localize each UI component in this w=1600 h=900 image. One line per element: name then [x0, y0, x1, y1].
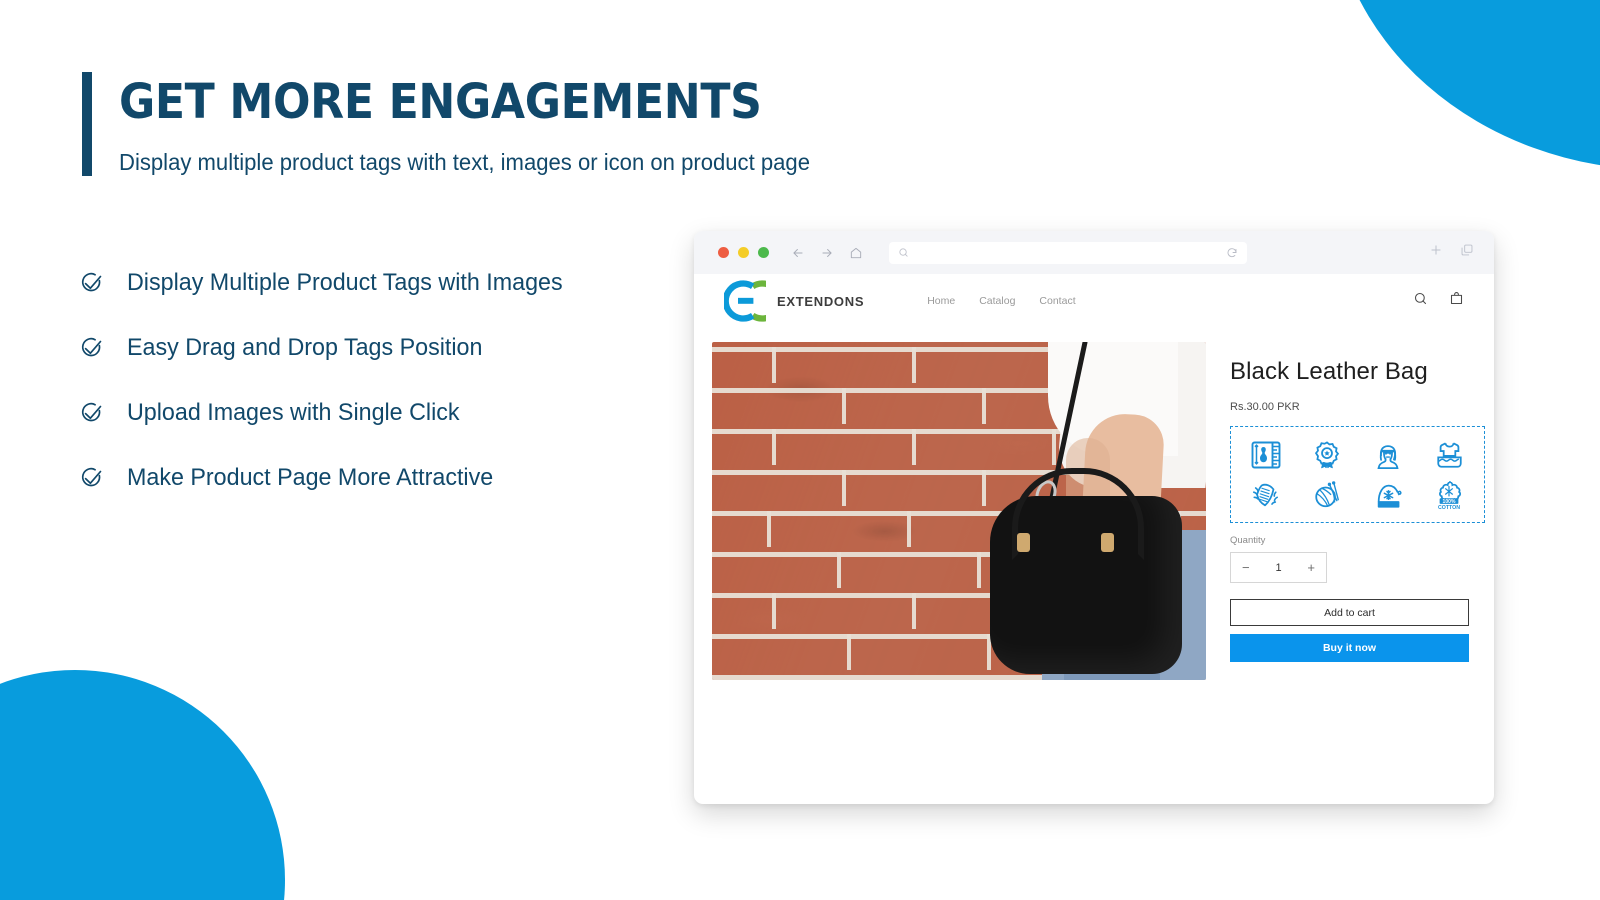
- quantity-stepper[interactable]: − 1 +: [1230, 552, 1327, 583]
- check-circle-icon: [80, 271, 104, 295]
- browser-window-mockup: EXTENDONS Home Catalog Contact Black Lea…: [694, 231, 1494, 804]
- extendons-logo-mark: [724, 280, 766, 322]
- svg-text:100%: 100%: [1443, 499, 1456, 505]
- list-item: Easy Drag and Drop Tags Position: [80, 327, 700, 369]
- window-controls: [718, 247, 769, 258]
- list-item: Make Product Page More Attractive: [80, 457, 700, 499]
- tabs-icon[interactable]: [1460, 243, 1474, 262]
- store-nav: Home Catalog Contact: [927, 295, 1075, 307]
- product-image[interactable]: [712, 342, 1206, 680]
- nav-item-contact[interactable]: Contact: [1039, 295, 1075, 307]
- product-detail-section: Black Leather Bag Rs.30.00 PKR 100% COTT…: [694, 328, 1494, 680]
- quantity-increase-button[interactable]: +: [1307, 561, 1315, 574]
- accent-bar: [82, 72, 92, 176]
- yarn-ball-icon[interactable]: [1305, 476, 1349, 514]
- svg-text:COTTON: COTTON: [1438, 505, 1460, 510]
- maximize-dot[interactable]: [758, 247, 769, 258]
- feature-label: Easy Drag and Drop Tags Position: [127, 334, 483, 361]
- new-tab-plus-icon[interactable]: [1429, 243, 1443, 262]
- product-tags-container[interactable]: 100% COTTON: [1230, 426, 1485, 523]
- home-icon[interactable]: [849, 246, 863, 260]
- hundred-percent-cotton-icon[interactable]: 100% COTTON: [1427, 476, 1471, 514]
- list-item: Display Multiple Product Tags with Image…: [80, 262, 700, 304]
- forward-arrow-icon[interactable]: [820, 246, 834, 260]
- decorative-blob-top-right: [1330, 0, 1600, 170]
- product-title: Black Leather Bag: [1230, 358, 1428, 385]
- check-circle-icon: [80, 401, 104, 425]
- size-chart-mannequin-icon[interactable]: [1244, 436, 1288, 474]
- feature-label: Make Product Page More Attractive: [127, 464, 494, 491]
- check-circle-icon: [80, 336, 104, 360]
- feature-label: Display Multiple Product Tags with Image…: [127, 269, 563, 296]
- machine-wash-icon[interactable]: [1427, 436, 1471, 474]
- close-dot[interactable]: [718, 247, 729, 258]
- quantity-label: Quantity: [1230, 535, 1266, 546]
- quality-badge-icon[interactable]: [1305, 436, 1349, 474]
- buy-it-now-button[interactable]: Buy it now: [1230, 634, 1469, 662]
- check-circle-icon: [80, 466, 104, 490]
- nav-item-home[interactable]: Home: [927, 295, 955, 307]
- decorative-blob-bottom-left: [0, 670, 285, 900]
- minimize-dot[interactable]: [738, 247, 749, 258]
- cart-icon[interactable]: [1449, 291, 1464, 311]
- search-icon: [898, 247, 909, 258]
- fabric-texture-icon[interactable]: [1244, 476, 1288, 514]
- quantity-decrease-button[interactable]: −: [1242, 561, 1250, 574]
- nav-item-catalog[interactable]: Catalog: [979, 295, 1015, 307]
- quantity-value[interactable]: 1: [1275, 562, 1281, 574]
- search-icon[interactable]: [1413, 291, 1428, 311]
- feature-label: Upload Images with Single Click: [127, 399, 460, 426]
- store-header: EXTENDONS Home Catalog Contact: [694, 274, 1494, 328]
- brand-name: EXTENDONS: [777, 293, 865, 309]
- woman-model-icon[interactable]: [1366, 436, 1410, 474]
- extendons-logo[interactable]: EXTENDONS: [724, 280, 864, 322]
- page-title: GET MORE ENGAGEMENTS: [119, 74, 762, 130]
- poster-canvas: GET MORE ENGAGEMENTS Display multiple pr…: [0, 0, 1600, 900]
- add-to-cart-button[interactable]: Add to cart: [1230, 599, 1469, 626]
- winter-snowflake-hat-icon[interactable]: [1366, 476, 1410, 514]
- list-item: Upload Images with Single Click: [80, 392, 700, 434]
- address-bar[interactable]: [889, 241, 1247, 264]
- browser-chrome-toolbar: [694, 231, 1494, 274]
- page-subtitle: Display multiple product tags with text,…: [119, 149, 810, 175]
- product-price: Rs.30.00 PKR: [1230, 401, 1300, 413]
- product-info: Black Leather Bag Rs.30.00 PKR 100% COTT…: [1230, 342, 1485, 680]
- feature-list: Display Multiple Product Tags with Image…: [80, 262, 700, 499]
- back-arrow-icon[interactable]: [791, 246, 805, 260]
- model-photo-subject: [990, 342, 1206, 680]
- hero-heading-block: GET MORE ENGAGEMENTS Display multiple pr…: [82, 72, 839, 176]
- reload-icon[interactable]: [1226, 247, 1238, 259]
